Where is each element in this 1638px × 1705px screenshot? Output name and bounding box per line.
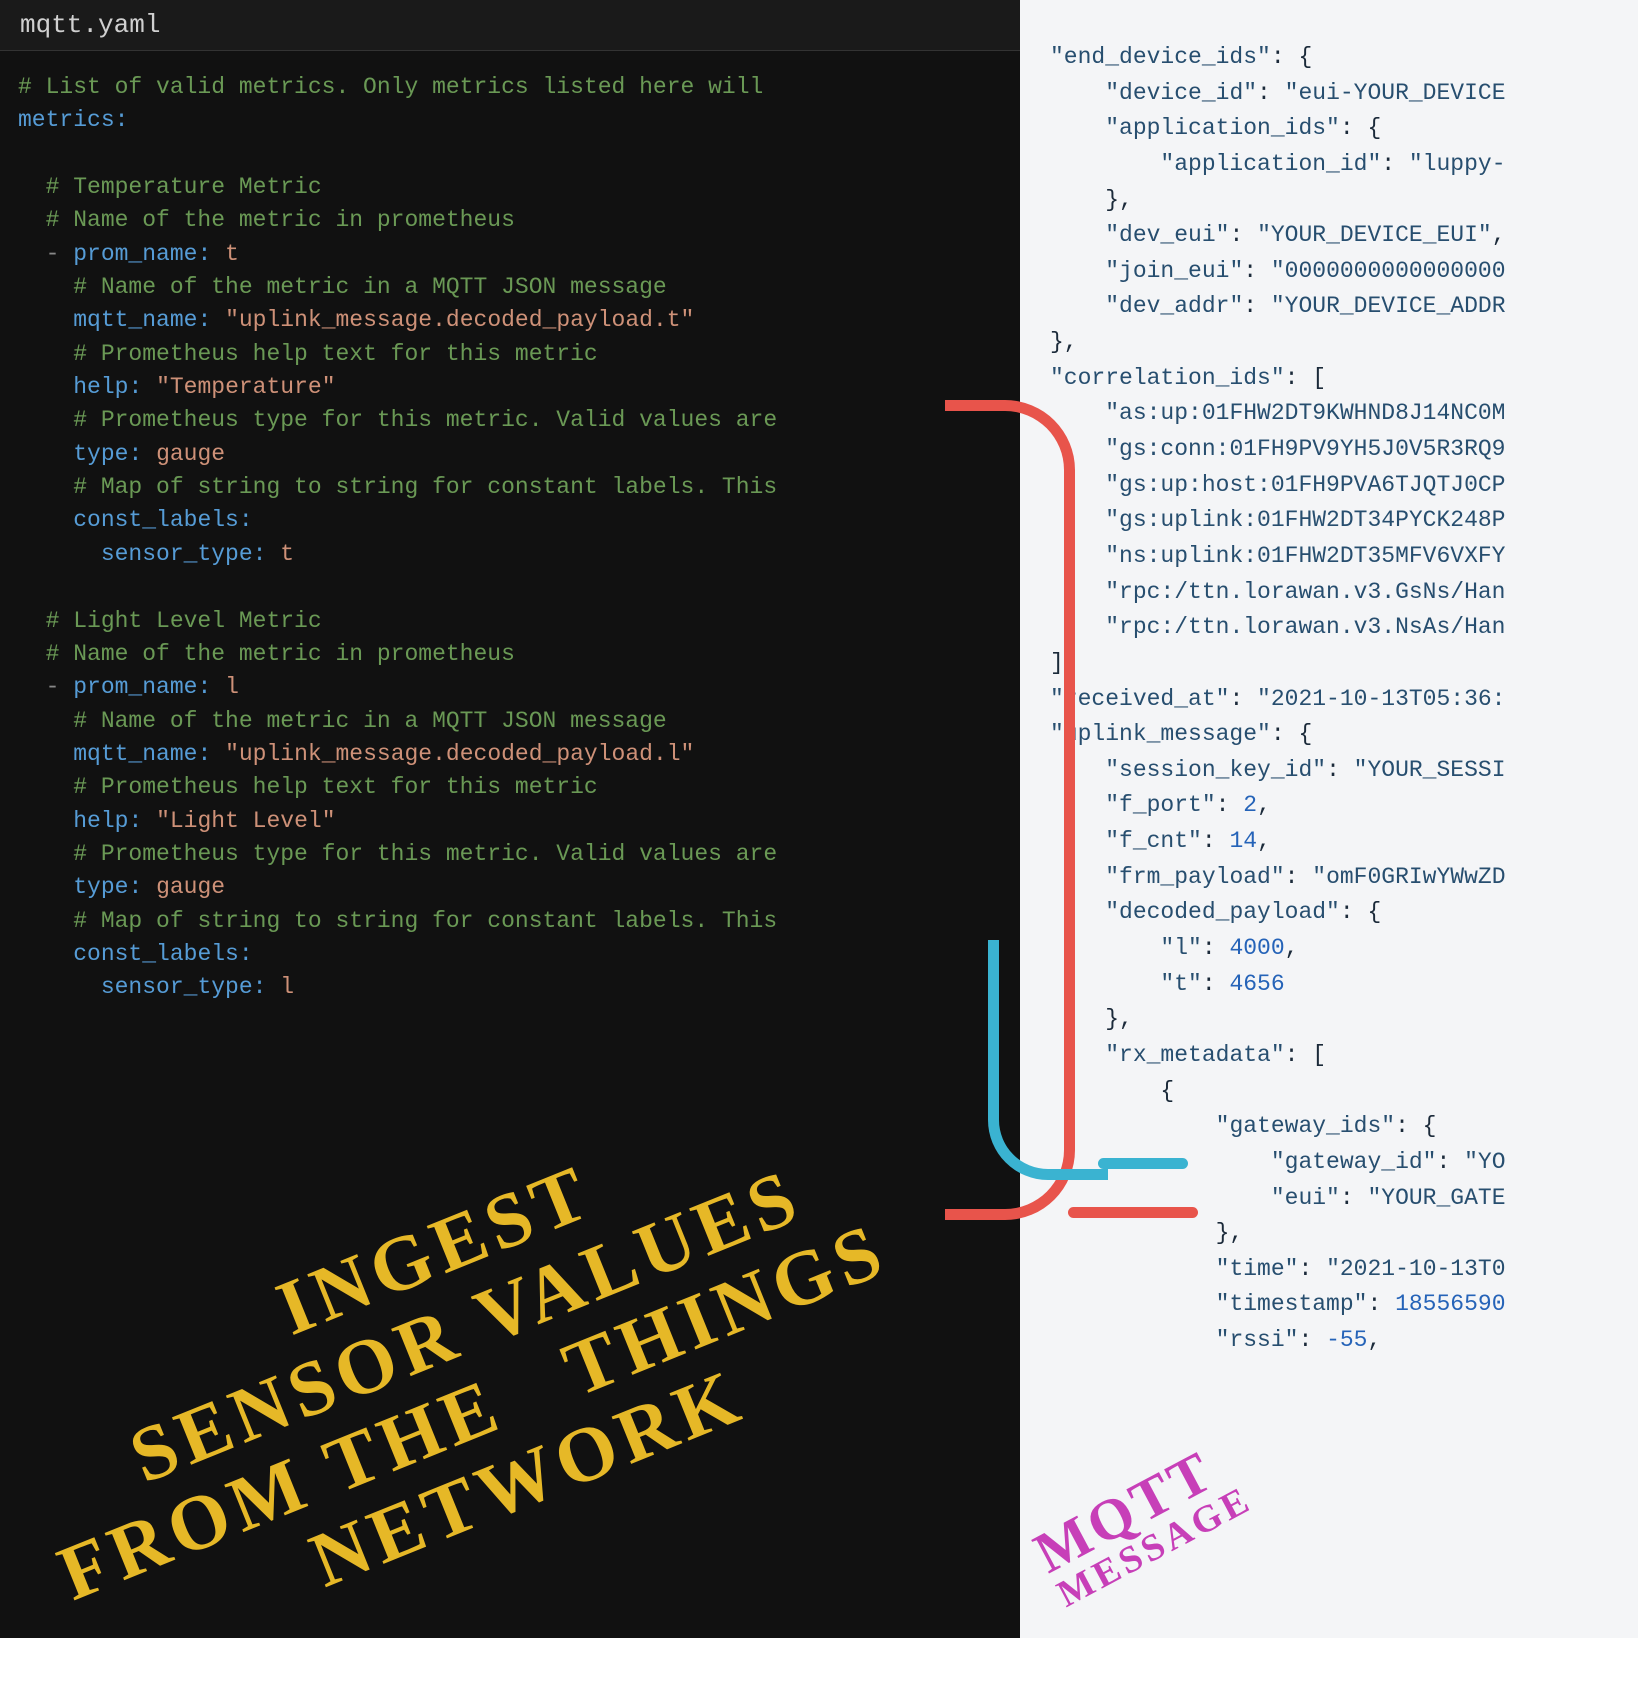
json-token: "YOUR_SESSI <box>1354 757 1506 783</box>
json-token: "2021-10-13T05:36: <box>1257 686 1505 712</box>
code-line: # Name of the metric in prometheus <box>46 207 515 233</box>
code-token: help <box>73 808 128 834</box>
json-token: "time" <box>1216 1256 1299 1282</box>
json-token: "gs:up:host:01FH9PVA6TJQTJ0CP <box>1105 472 1505 498</box>
code-token: "uplink_message.decoded_payload.l" <box>225 741 694 767</box>
json-token: "timestamp" <box>1216 1291 1368 1317</box>
json-token: "YOUR_DEVICE_ADDR <box>1271 293 1506 319</box>
code-line: # Temperature Metric <box>46 174 322 200</box>
code-token: const_labels <box>73 507 239 533</box>
json-token: "received_at" <box>1050 686 1229 712</box>
json-token: "luppy- <box>1409 151 1506 177</box>
code-line: # Name of the metric in a MQTT JSON mess… <box>73 274 667 300</box>
json-token: "0000000000000000 <box>1271 258 1506 284</box>
json-token: "gateway_id" <box>1271 1149 1437 1175</box>
yaml-code[interactable]: # List of valid metrics. Only metrics li… <box>0 51 1020 1025</box>
json-pane[interactable]: "end_device_ids": { "device_id": "eui-YO… <box>1020 0 1638 1638</box>
json-token: "application_ids" <box>1105 115 1340 141</box>
code-token: "Light Level" <box>156 808 335 834</box>
code-token: mqtt_name <box>73 741 197 767</box>
json-token: "gs:uplink:01FHW2DT34PYCK248P <box>1105 507 1505 533</box>
code-line: # Prometheus help text for this metric <box>73 774 598 800</box>
code-token: help <box>73 374 128 400</box>
json-token: "YO <box>1464 1149 1505 1175</box>
code-token: gauge <box>156 441 225 467</box>
json-token: "rx_metadata" <box>1105 1042 1284 1068</box>
json-token: "correlation_ids" <box>1050 365 1285 391</box>
json-token: "f_port" <box>1105 792 1215 818</box>
json-token: "end_device_ids" <box>1050 44 1271 70</box>
code-token: metrics <box>18 107 115 133</box>
json-token: 4656 <box>1229 971 1284 997</box>
code-token: mqtt_name <box>73 307 197 333</box>
code-line: # Name of the metric in a MQTT JSON mess… <box>73 708 667 734</box>
json-token: "dev_eui" <box>1105 222 1229 248</box>
json-token: "rpc:/ttn.lorawan.v3.NsAs/Han <box>1105 614 1505 640</box>
code-line: # Map of string to string for constant l… <box>73 908 777 934</box>
json-token: "rssi" <box>1216 1327 1299 1353</box>
code-token: t <box>225 241 239 267</box>
code-line: # Prometheus help text for this metric <box>73 341 598 367</box>
json-token: "application_id" <box>1160 151 1381 177</box>
code-token: const_labels <box>73 941 239 967</box>
json-token: "device_id" <box>1105 80 1257 106</box>
tab-filename[interactable]: mqtt.yaml <box>20 10 160 40</box>
code-line: # Name of the metric in prometheus <box>46 641 515 667</box>
code-line: # Prometheus type for this metric. Valid… <box>73 407 777 433</box>
json-token: 4000 <box>1229 935 1284 961</box>
code-line: # Prometheus type for this metric. Valid… <box>73 841 777 867</box>
tab-bar: mqtt.yaml <box>0 0 1020 51</box>
json-token: "gateway_ids" <box>1216 1113 1395 1139</box>
json-token: "omF0GRIwYWwZD <box>1312 864 1505 890</box>
json-token: "join_eui" <box>1105 258 1243 284</box>
code-token: sensor_type <box>101 541 253 567</box>
json-token: "uplink_message" <box>1050 721 1271 747</box>
json-token: "session_key_id" <box>1105 757 1326 783</box>
code-token: l <box>280 974 294 1000</box>
json-token: "ns:uplink:01FHW2DT35MFV6VXFY <box>1105 543 1505 569</box>
json-token: "gs:conn:01FH9PV9YH5J0V5R3RQ9 <box>1105 436 1505 462</box>
json-token: "l" <box>1160 935 1201 961</box>
json-token: "YOUR_DEVICE_EUI" <box>1257 222 1492 248</box>
code-line: # Map of string to string for constant l… <box>73 474 777 500</box>
json-token: "dev_addr" <box>1105 293 1243 319</box>
code-token: prom_name <box>73 674 197 700</box>
code-token: gauge <box>156 874 225 900</box>
json-token: "rpc:/ttn.lorawan.v3.GsNs/Han <box>1105 579 1505 605</box>
json-token: "eui-YOUR_DEVICE <box>1285 80 1506 106</box>
json-token: "f_cnt" <box>1105 828 1202 854</box>
code-token: prom_name <box>73 241 197 267</box>
code-line: # Light Level Metric <box>46 608 322 634</box>
json-token: "decoded_payload" <box>1105 899 1340 925</box>
json-token: "eui" <box>1271 1185 1340 1211</box>
json-token: "2021-10-13T0 <box>1326 1256 1505 1282</box>
code-token: type <box>73 441 128 467</box>
code-token: "Temperature" <box>156 374 335 400</box>
json-token: -55 <box>1326 1327 1367 1353</box>
code-token: type <box>73 874 128 900</box>
code-token: sensor_type <box>101 974 253 1000</box>
json-token: "t" <box>1160 971 1201 997</box>
editor-pane: mqtt.yaml # List of valid metrics. Only … <box>0 0 1020 1638</box>
json-token: "as:up:01FHW2DT9KWHND8J14NC0M <box>1105 400 1505 426</box>
json-token: 18556590 <box>1395 1291 1505 1317</box>
code-token: t <box>280 541 294 567</box>
json-token: "frm_payload" <box>1105 864 1284 890</box>
json-token: "YOUR_GATE <box>1367 1185 1505 1211</box>
code-token: l <box>225 674 239 700</box>
json-token: 14 <box>1229 828 1257 854</box>
code-line: # List of valid metrics. Only metrics li… <box>18 74 763 100</box>
code-token: "uplink_message.decoded_payload.t" <box>225 307 694 333</box>
json-token: 2 <box>1243 792 1257 818</box>
